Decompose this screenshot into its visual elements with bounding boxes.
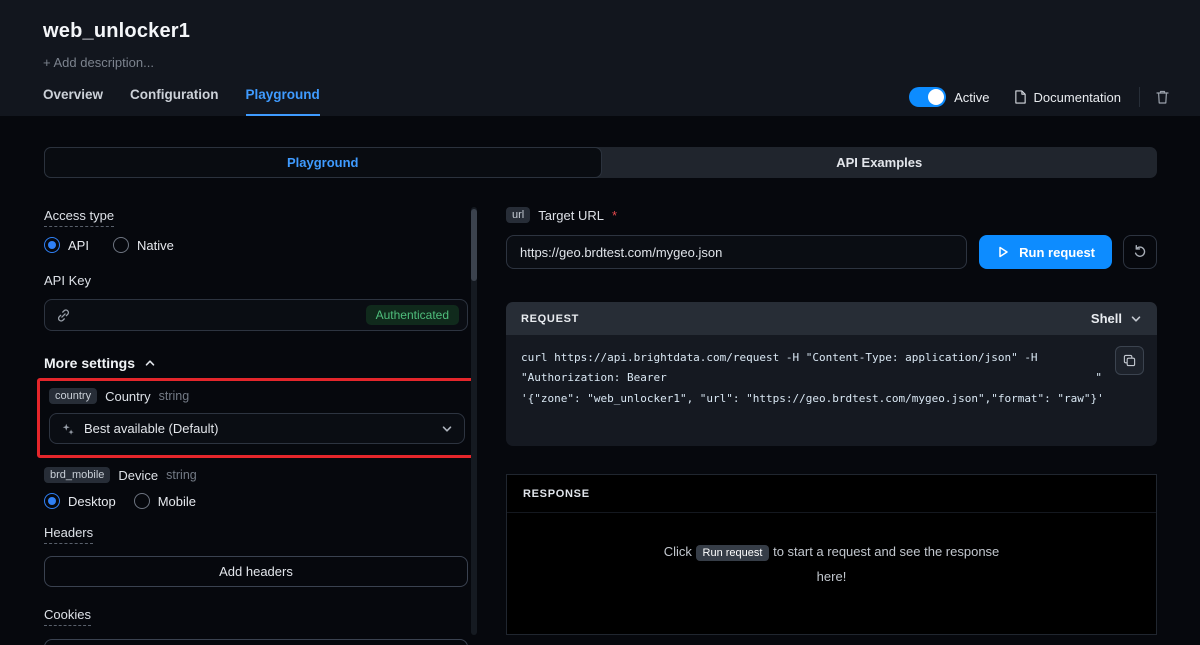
copy-icon — [1123, 354, 1136, 367]
header-tab-bar: Overview Configuration Playground Active… — [43, 87, 1170, 116]
url-form: https://geo.brdtest.com/mygeo.json Run r… — [506, 235, 1157, 269]
settings-panel: Access type API Native API Key Au — [44, 207, 468, 645]
tab-playground[interactable]: Playground — [246, 87, 320, 116]
language-value: Shell — [1091, 311, 1122, 326]
main-content: Playground API Examples Access type API … — [0, 116, 1200, 645]
response-panel: RESPONSE Click Run request to start a re… — [506, 474, 1157, 635]
header-divider — [1139, 87, 1140, 107]
access-type-options: API Native — [44, 237, 468, 253]
radio-mobile-control[interactable] — [134, 493, 150, 509]
country-label: Country — [105, 389, 151, 404]
left-panel-scrollbar[interactable] — [471, 207, 477, 635]
chevron-down-icon — [1130, 313, 1142, 325]
target-url-input[interactable]: https://geo.brdtest.com/mygeo.json — [506, 235, 967, 269]
device-type: string — [166, 468, 197, 482]
radio-desktop-control[interactable] — [44, 493, 60, 509]
request-column: url Target URL * https://geo.brdtest.com… — [506, 207, 1157, 635]
target-url-label: Target URL — [538, 208, 604, 223]
radio-api-control[interactable] — [44, 237, 60, 253]
highlight-box: country Country string Best available (D… — [37, 378, 477, 458]
delete-zone-button[interactable] — [1155, 89, 1170, 105]
radio-option-desktop[interactable]: Desktop — [44, 493, 116, 509]
request-panel: REQUEST Shell curl https://api.brightdat… — [506, 302, 1157, 446]
radio-option-mobile[interactable]: Mobile — [134, 493, 196, 509]
chevron-up-icon — [144, 357, 156, 369]
more-settings-toggle[interactable]: More settings — [44, 355, 468, 371]
response-empty-message: Click Run request to start a request and… — [659, 539, 1004, 590]
country-param-row: country Country string — [49, 388, 465, 404]
device-param-row: brd_mobile Device string — [44, 467, 468, 483]
link-icon — [56, 308, 71, 323]
device-options: Desktop Mobile — [44, 493, 468, 509]
play-icon — [996, 245, 1010, 259]
run-request-button[interactable]: Run request — [979, 235, 1112, 269]
target-url-row: url Target URL * — [506, 207, 1157, 223]
device-tag: brd_mobile — [44, 467, 110, 483]
view-tab-playground[interactable]: Playground — [44, 147, 602, 178]
radio-native-control[interactable] — [113, 237, 129, 253]
response-body: Click Run request to start a request and… — [507, 513, 1156, 634]
documentation-label: Documentation — [1034, 90, 1121, 105]
document-icon — [1014, 89, 1027, 105]
headers-label: Headers — [44, 525, 93, 544]
reset-button[interactable] — [1123, 235, 1157, 269]
chevron-down-icon — [441, 423, 453, 435]
zone-title: web_unlocker1 — [43, 20, 1170, 43]
tab-overview[interactable]: Overview — [43, 87, 103, 116]
view-tab-api-examples[interactable]: API Examples — [602, 147, 1158, 178]
authenticated-badge: Authenticated — [366, 305, 459, 325]
code-line-2: "Authorization: Bearer " — [521, 368, 1142, 388]
add-cookies-button[interactable]: Add cookies — [44, 639, 468, 645]
access-type-label: Access type — [44, 208, 114, 227]
request-header: REQUEST Shell — [506, 302, 1157, 335]
code-line-1: curl https://api.brightdata.com/request … — [521, 348, 1142, 368]
toggle-knob — [928, 89, 944, 105]
page-header: web_unlocker1 + Add description... Overv… — [0, 0, 1200, 116]
radio-option-native[interactable]: Native — [113, 237, 174, 253]
active-toggle[interactable] — [909, 87, 946, 107]
request-title: REQUEST — [521, 313, 579, 325]
cookies-label: Cookies — [44, 607, 91, 626]
add-headers-button[interactable]: Add headers — [44, 556, 468, 587]
header-actions: Active Documentation — [909, 87, 1170, 116]
radio-option-api[interactable]: API — [44, 237, 89, 253]
view-switcher: Playground API Examples — [44, 147, 1157, 178]
target-url-value: https://geo.brdtest.com/mygeo.json — [520, 245, 722, 260]
more-settings-label: More settings — [44, 355, 135, 371]
tab-configuration[interactable]: Configuration — [130, 87, 218, 116]
request-code-block: curl https://api.brightdata.com/request … — [506, 335, 1157, 446]
scrollbar-thumb[interactable] — [471, 209, 477, 281]
trash-icon — [1155, 89, 1170, 105]
url-tag: url — [506, 207, 530, 223]
required-asterisk: * — [612, 208, 617, 223]
api-key-label: API Key — [44, 273, 468, 288]
country-select[interactable]: Best available (Default) — [49, 413, 465, 444]
copy-code-button[interactable] — [1115, 346, 1144, 375]
country-tag: country — [49, 388, 97, 404]
language-select[interactable]: Shell — [1091, 311, 1142, 326]
sparkles-icon — [61, 422, 75, 436]
refresh-icon — [1132, 244, 1148, 260]
run-request-badge: Run request — [696, 545, 770, 561]
response-title: RESPONSE — [507, 475, 1156, 513]
api-key-field[interactable]: Authenticated — [44, 299, 468, 331]
country-type: string — [159, 389, 190, 403]
active-toggle-label: Active — [954, 90, 989, 105]
documentation-link[interactable]: Documentation — [1014, 89, 1121, 105]
code-line-3: '{"zone": "web_unlocker1", "url": "https… — [521, 389, 1142, 409]
add-description[interactable]: + Add description... — [43, 55, 1170, 70]
country-select-value: Best available (Default) — [84, 421, 218, 436]
device-label: Device — [118, 468, 158, 483]
